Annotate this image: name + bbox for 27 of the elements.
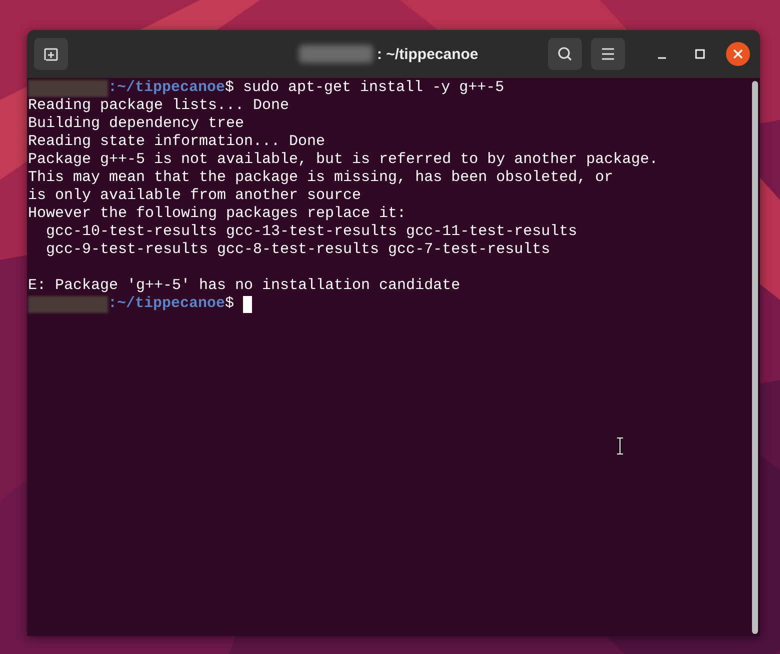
window-title: : ~/tippecanoe bbox=[377, 46, 478, 62]
output-line: is only available from another source bbox=[28, 187, 362, 205]
prompt-path: :~/tippecanoe bbox=[108, 79, 226, 97]
output-line: However the following packages replace it: bbox=[28, 205, 406, 223]
prompt-path: :~/tippecanoe bbox=[108, 295, 226, 313]
output-line: Building dependency tree bbox=[28, 115, 244, 133]
command-text: $ bbox=[225, 295, 236, 313]
new-tab-button[interactable] bbox=[34, 38, 68, 70]
search-icon bbox=[557, 46, 573, 62]
new-tab-icon bbox=[43, 46, 59, 62]
output-line: gcc-10-test-results gcc-13-test-results gcc-11-test-results bbox=[45, 223, 578, 241]
output-line: Reading package lists... Done bbox=[28, 97, 290, 115]
menu-button[interactable] bbox=[591, 38, 625, 70]
search-button[interactable] bbox=[548, 38, 582, 70]
output-line: E: Package 'g++-5' has no installation candidate bbox=[28, 277, 460, 295]
menu-icon bbox=[601, 48, 615, 60]
close-icon bbox=[733, 49, 743, 59]
minimize-icon bbox=[657, 57, 667, 59]
close-button[interactable] bbox=[726, 42, 750, 66]
text-cursor-icon bbox=[616, 437, 624, 455]
scrollbar[interactable] bbox=[752, 81, 758, 634]
output-line: This may mean that the package is missing, has been obsoleted, or bbox=[28, 169, 614, 187]
output-line: Reading state information... Done bbox=[28, 133, 326, 151]
output-line: gcc-9-test-results gcc-8-test-results gcc-7-test-results bbox=[45, 241, 550, 259]
maximize-icon bbox=[695, 49, 705, 59]
output-line: Package g++-5 is not available, but is referred to by another package. bbox=[28, 151, 658, 169]
command-text: $ sudo apt-get install -y g++-5 bbox=[225, 79, 504, 97]
